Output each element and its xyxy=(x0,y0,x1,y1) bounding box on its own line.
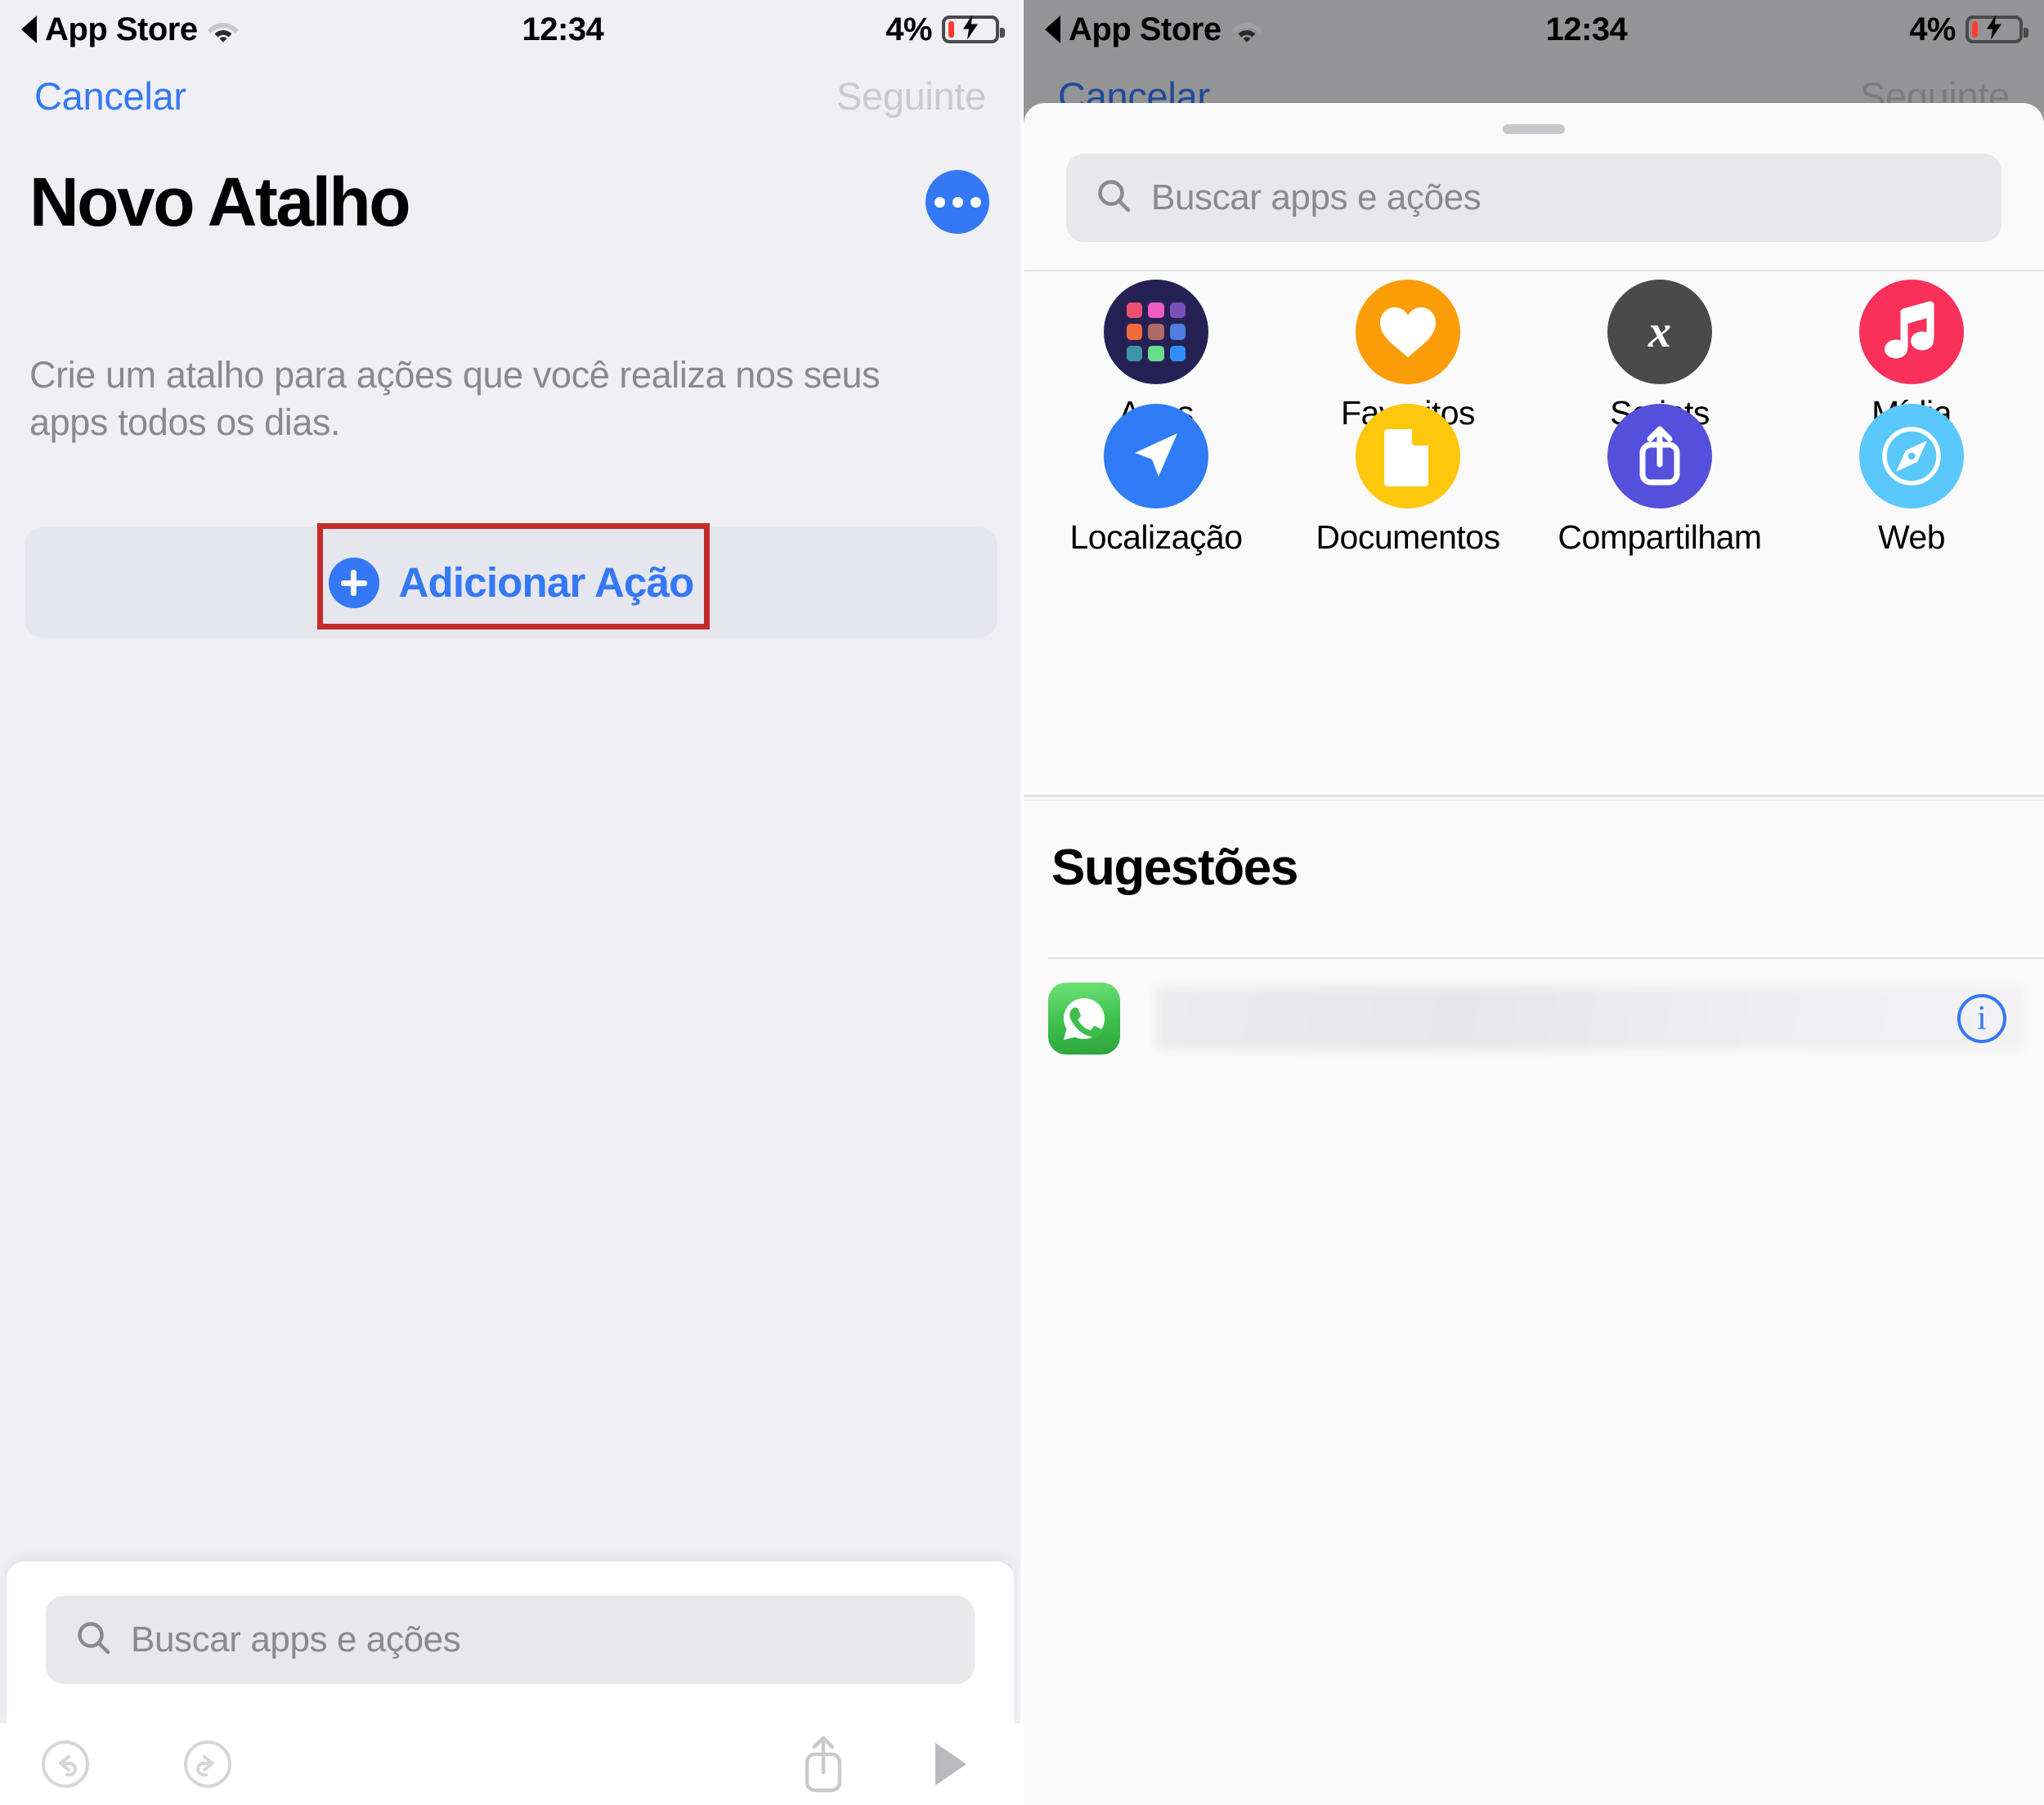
apps-grid-icon xyxy=(1104,280,1208,384)
back-triangle-icon xyxy=(1045,16,1060,43)
status-bar-back-label: App Store xyxy=(45,11,198,47)
category-localizacao[interactable]: Localização xyxy=(1030,396,1282,556)
status-bar-time: 12:34 xyxy=(1545,11,1628,47)
wifi-icon xyxy=(206,16,240,43)
back-triangle-icon xyxy=(21,16,37,43)
suggestions-divider xyxy=(1048,957,2044,959)
ellipsis-dot xyxy=(934,196,945,208)
info-circle-icon[interactable]: i xyxy=(1957,994,2006,1043)
battery-charging-icon xyxy=(942,15,1005,43)
search-icon xyxy=(75,1619,113,1661)
status-bar-back-label: App Store xyxy=(1069,11,1221,47)
category-compartilhamento[interactable]: Compartilham xyxy=(1534,396,1786,556)
play-icon[interactable] xyxy=(930,1740,971,1789)
apps-grid-tiles xyxy=(1127,302,1186,361)
category-documentos[interactable]: Documentos xyxy=(1282,396,1534,556)
share-icon xyxy=(1607,404,1712,508)
grid-bottom-divider xyxy=(1024,795,2044,797)
suggestions-title: Sugestões xyxy=(1051,840,1298,896)
category-label: Compartilham xyxy=(1558,518,1762,556)
next-button[interactable]: Seguinte xyxy=(836,74,986,119)
undo-icon[interactable] xyxy=(39,1738,92,1790)
share-icon[interactable] xyxy=(798,1733,849,1795)
grid-bottom-divider-2 xyxy=(1024,799,2044,801)
ellipsis-icon[interactable] xyxy=(926,170,989,234)
sheet-grabber-handle[interactable] xyxy=(1503,124,1565,134)
sheet-search-input[interactable]: Buscar apps e ações xyxy=(1066,154,2001,242)
battery-percent-label: 4% xyxy=(885,11,932,47)
whatsapp-icon xyxy=(1048,983,1120,1055)
status-bar: App Store 12:34 4% xyxy=(0,0,1020,59)
battery-level-fill xyxy=(948,21,954,38)
left-nav-bar: Cancelar Seguinte xyxy=(0,59,1020,132)
search-input[interactable]: Buscar apps e ações xyxy=(46,1596,975,1684)
search-placeholder: Buscar apps e ações xyxy=(131,1619,461,1659)
status-bar-battery-group: 4% xyxy=(1909,11,2044,48)
page-subtitle: Crie um atalho para ações que você reali… xyxy=(29,354,881,443)
category-label: Documentos xyxy=(1316,518,1500,556)
navigation-arrow-icon xyxy=(1104,404,1208,508)
document-icon xyxy=(1356,404,1460,508)
category-favoritos[interactable]: Favoritos xyxy=(1282,271,1534,432)
ellipsis-dot xyxy=(952,196,963,208)
category-midia[interactable]: Mídia xyxy=(1786,271,2037,432)
bottom-search-panel: Buscar apps e ações xyxy=(7,1560,1014,1723)
status-bar-back[interactable]: App Store xyxy=(0,11,240,48)
wifi-icon xyxy=(1230,16,1264,43)
status-bar-time: 12:34 xyxy=(522,11,604,47)
charging-bolt-icon xyxy=(1985,11,2003,48)
music-note-icon xyxy=(1859,280,1964,384)
search-icon xyxy=(1096,177,1133,219)
battery-level-fill xyxy=(1972,21,1978,38)
list-item[interactable]: i xyxy=(1024,961,2044,1076)
add-action-button[interactable]: Adicionar Ação xyxy=(328,557,695,608)
editor-toolbar xyxy=(0,1723,1020,1805)
category-label: Web xyxy=(1877,518,1946,556)
redacted-suggestion-label xyxy=(1156,987,2023,1050)
category-web[interactable]: Web xyxy=(1786,396,2037,556)
status-bar-battery-group: 4% xyxy=(885,11,1020,48)
heart-icon xyxy=(1356,280,1460,384)
svg-text:x: x xyxy=(1647,307,1671,357)
sheet-search-placeholder: Buscar apps e ações xyxy=(1151,177,1481,217)
plus-circle-icon xyxy=(328,557,379,608)
battery-charging-icon xyxy=(1966,15,2028,43)
ellipsis-dot xyxy=(970,196,981,208)
safari-compass-icon xyxy=(1859,404,1964,508)
category-scripts[interactable]: x Scripts xyxy=(1534,271,1786,432)
add-action-label: Adicionar Ação xyxy=(398,559,695,606)
redo-icon[interactable] xyxy=(182,1738,234,1790)
right-phone-screen: Cancelar Seguinte App Store 12:34 4% Bus… xyxy=(1020,0,2044,1805)
category-grid: Apps Favoritos x xyxy=(1024,271,2044,556)
charging-bolt-icon xyxy=(961,11,979,48)
left-phone-screen: App Store 12:34 4% Cancelar Seguinte Nov… xyxy=(0,0,1020,1805)
category-label: Localização xyxy=(1069,518,1243,556)
battery-percent-label: 4% xyxy=(1909,11,1956,47)
category-apps[interactable]: Apps xyxy=(1030,271,1282,432)
page-header: Novo Atalho xyxy=(0,168,1020,236)
status-bar-back[interactable]: App Store xyxy=(1024,11,1264,48)
page-title: Novo Atalho xyxy=(29,163,411,240)
status-bar: App Store 12:34 4% xyxy=(1024,0,2044,59)
cancel-button[interactable]: Cancelar xyxy=(34,74,186,119)
action-picker-sheet: Buscar apps e ações Apps xyxy=(1024,103,2044,1805)
screenshot-root: App Store 12:34 4% Cancelar Seguinte Nov… xyxy=(0,0,2044,1805)
add-action-card[interactable]: Adicionar Ação xyxy=(25,527,997,638)
script-x-icon: x xyxy=(1607,280,1712,384)
